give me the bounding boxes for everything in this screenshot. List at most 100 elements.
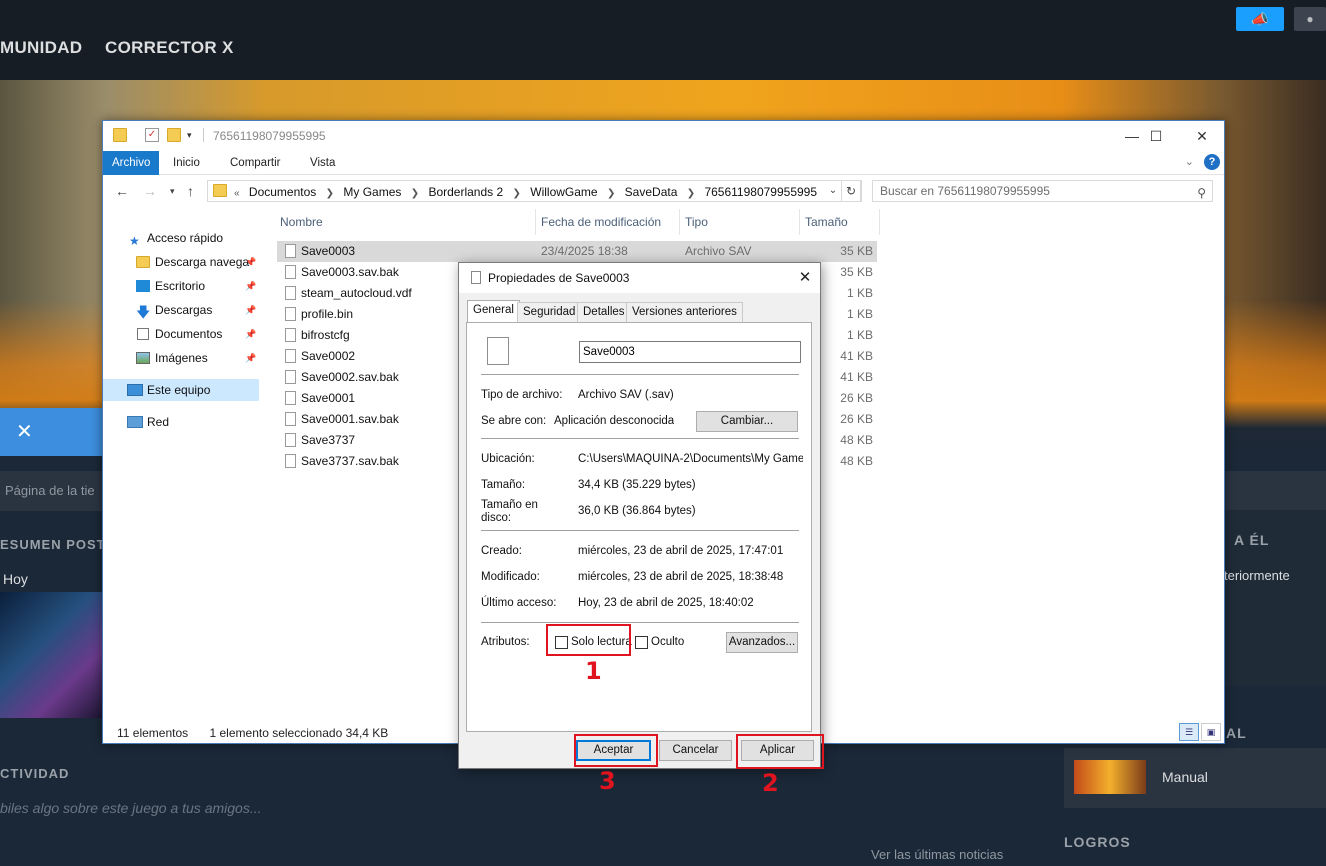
sidebar-item-descarga-navega[interactable]: Descarga navega 📌 <box>103 251 259 273</box>
pin-icon[interactable]: 📌 <box>245 323 256 345</box>
new-folder-icon[interactable] <box>167 128 181 142</box>
manual-label[interactable]: Manual <box>1162 769 1208 785</box>
file-size: 48 KB <box>840 454 873 468</box>
crumb-steamid[interactable]: 76561198079955995 <box>704 185 817 199</box>
crumb-documentos[interactable]: Documentos <box>249 185 316 199</box>
hidden-checkbox[interactable] <box>635 636 648 649</box>
file-icon <box>285 412 296 426</box>
file-size: 41 KB <box>840 349 873 363</box>
file-icon <box>285 265 296 279</box>
annotation-box-apply <box>736 734 824 769</box>
file-icon <box>285 286 296 300</box>
large-icons-view-icon[interactable]: ▣ <box>1201 723 1221 741</box>
tab-archivo[interactable]: Archivo <box>103 151 160 175</box>
up-arrow-icon[interactable]: ↑ <box>187 183 194 199</box>
sidebar-item-label: Red <box>147 415 170 429</box>
megaphone-icon[interactable]: 📣 <box>1236 7 1284 31</box>
file-icon <box>285 307 296 321</box>
address-row: ← → ▾ ↑ « Documentos ❯ My Games ❯ Border… <box>103 177 1224 205</box>
file-icon <box>285 433 296 447</box>
column-divider[interactable] <box>879 209 880 235</box>
details-view-icon[interactable]: ☰ <box>1179 723 1199 741</box>
tab-seguridad[interactable]: Seguridad <box>517 302 582 322</box>
back-arrow-icon[interactable]: ← <box>115 183 129 199</box>
breadcrumb[interactable]: « Documentos ❯ My Games ❯ Borderlands 2 … <box>234 185 817 199</box>
crumb-my-games[interactable]: My Games <box>343 185 401 199</box>
pin-icon[interactable]: 📌 <box>245 275 256 297</box>
stop-game-button[interactable]: ✕ DETEN <box>0 408 110 491</box>
file-name-input[interactable]: Save0003 <box>579 341 801 363</box>
tab-general[interactable]: General <box>467 300 520 323</box>
tab-versiones-anteriores[interactable]: Versiones anteriores <box>626 302 743 322</box>
cancel-button[interactable]: Cancelar <box>659 740 732 761</box>
sidebar-item-descargas[interactable]: 🡇 Descargas 📌 <box>103 299 259 321</box>
column-header-nombre[interactable]: Nombre <box>280 215 323 229</box>
refresh-icon[interactable]: ↻ <box>841 180 861 202</box>
column-divider[interactable] <box>535 209 536 235</box>
hidden-label[interactable]: Oculto <box>651 636 684 648</box>
close-icon[interactable]: ✕ <box>790 263 820 293</box>
sidebar-item-label: Acceso rápido <box>147 231 224 245</box>
steam-nav-community[interactable]: MUNIDAD <box>0 38 82 58</box>
crumb-savedata[interactable]: SaveData <box>625 185 678 199</box>
advanced-button[interactable]: Avanzados... <box>726 632 798 653</box>
column-header-tamano[interactable]: Tamaño <box>805 215 848 229</box>
pin-icon[interactable]: 📌 <box>245 299 256 321</box>
file-icon <box>285 349 296 363</box>
sidebar-item-label: Documentos <box>155 327 223 341</box>
table-row[interactable]: Save0003 23/4/2025 18:38 Archivo SAV 35 KB <box>277 241 877 262</box>
activity-input[interactable]: biles algo sobre este juego a tus amigos… <box>0 800 262 816</box>
file-size: 26 KB <box>840 412 873 426</box>
annotation-box-readonly <box>546 624 631 656</box>
file-name: steam_autocloud.vdf <box>301 286 412 300</box>
maximize-icon[interactable]: ☐ <box>1133 121 1179 151</box>
file-icon <box>285 244 296 258</box>
sidebar-item-red[interactable]: Red <box>103 411 259 433</box>
file-name: Save3737 <box>301 433 356 447</box>
crumb-borderlands[interactable]: Borderlands 2 <box>428 185 503 199</box>
file-name: Save0002.sav.bak <box>301 370 399 384</box>
pin-icon[interactable]: 📌 <box>245 347 256 369</box>
screenshot-thumbnail[interactable] <box>0 592 104 718</box>
news-link[interactable]: Ver las últimas noticias <box>871 847 1003 862</box>
bell-icon[interactable]: ● <box>1294 7 1326 31</box>
sidebar-item-escritorio[interactable]: Escritorio 📌 <box>103 275 259 297</box>
column-header-fecha[interactable]: Fecha de modificación <box>541 215 661 229</box>
file-icon <box>487 337 509 365</box>
close-icon[interactable]: ✕ <box>1179 121 1225 151</box>
properties-icon[interactable]: ✓ <box>145 128 159 142</box>
sidebar-item-este-equipo[interactable]: Este equipo <box>103 379 259 401</box>
change-button[interactable]: Cambiar... <box>696 411 798 432</box>
file-icon <box>285 391 296 405</box>
file-name: bifrostcfg <box>301 328 350 342</box>
game-thumbnail <box>1074 760 1146 794</box>
address-bar[interactable]: « Documentos ❯ My Games ❯ Borderlands 2 … <box>207 180 862 202</box>
pin-icon[interactable]: 📌 <box>245 251 256 273</box>
column-header-tipo[interactable]: Tipo <box>685 215 708 229</box>
sidebar-item-acceso-rapido[interactable]: ★ Acceso rápido <box>103 227 259 249</box>
sidebar-item-imagenes[interactable]: Imágenes 📌 <box>103 347 259 369</box>
annotation-step-1: 1 <box>585 657 602 685</box>
network-icon <box>127 416 143 428</box>
sidebar-item-documentos[interactable]: Documentos 📌 <box>103 323 259 345</box>
column-divider[interactable] <box>679 209 680 235</box>
file-size: 35 KB <box>840 265 873 279</box>
chevron-down-icon[interactable]: ⌄ <box>1185 155 1194 168</box>
steam-nav-corrector[interactable]: CORRECTOR X <box>105 38 234 58</box>
help-icon[interactable]: ? <box>1204 154 1220 170</box>
tab-detalles[interactable]: Detalles <box>577 302 631 322</box>
crumb-willowgame[interactable]: WillowGame <box>530 185 597 199</box>
tab-compartir[interactable]: Compartir <box>221 151 289 175</box>
file-size: 1 KB <box>846 328 873 342</box>
chevron-down-icon[interactable]: ⌄ <box>825 181 841 201</box>
forward-arrow-icon[interactable]: → <box>143 183 157 199</box>
search-input[interactable]: Buscar en 76561198079955995 ⚲ <box>872 180 1213 202</box>
customize-quick-access-icon[interactable]: ▾ <box>187 128 201 142</box>
documents-icon <box>137 328 149 340</box>
file-name: Save0001.sav.bak <box>301 412 399 426</box>
tab-vista[interactable]: Vista <box>301 151 344 175</box>
column-divider[interactable] <box>799 209 800 235</box>
tab-inicio[interactable]: Inicio <box>164 151 209 175</box>
acceso-value: Hoy, 23 de abril de 2025, 18:40:02 <box>578 597 754 609</box>
recent-locations-icon[interactable]: ▾ <box>170 186 175 197</box>
